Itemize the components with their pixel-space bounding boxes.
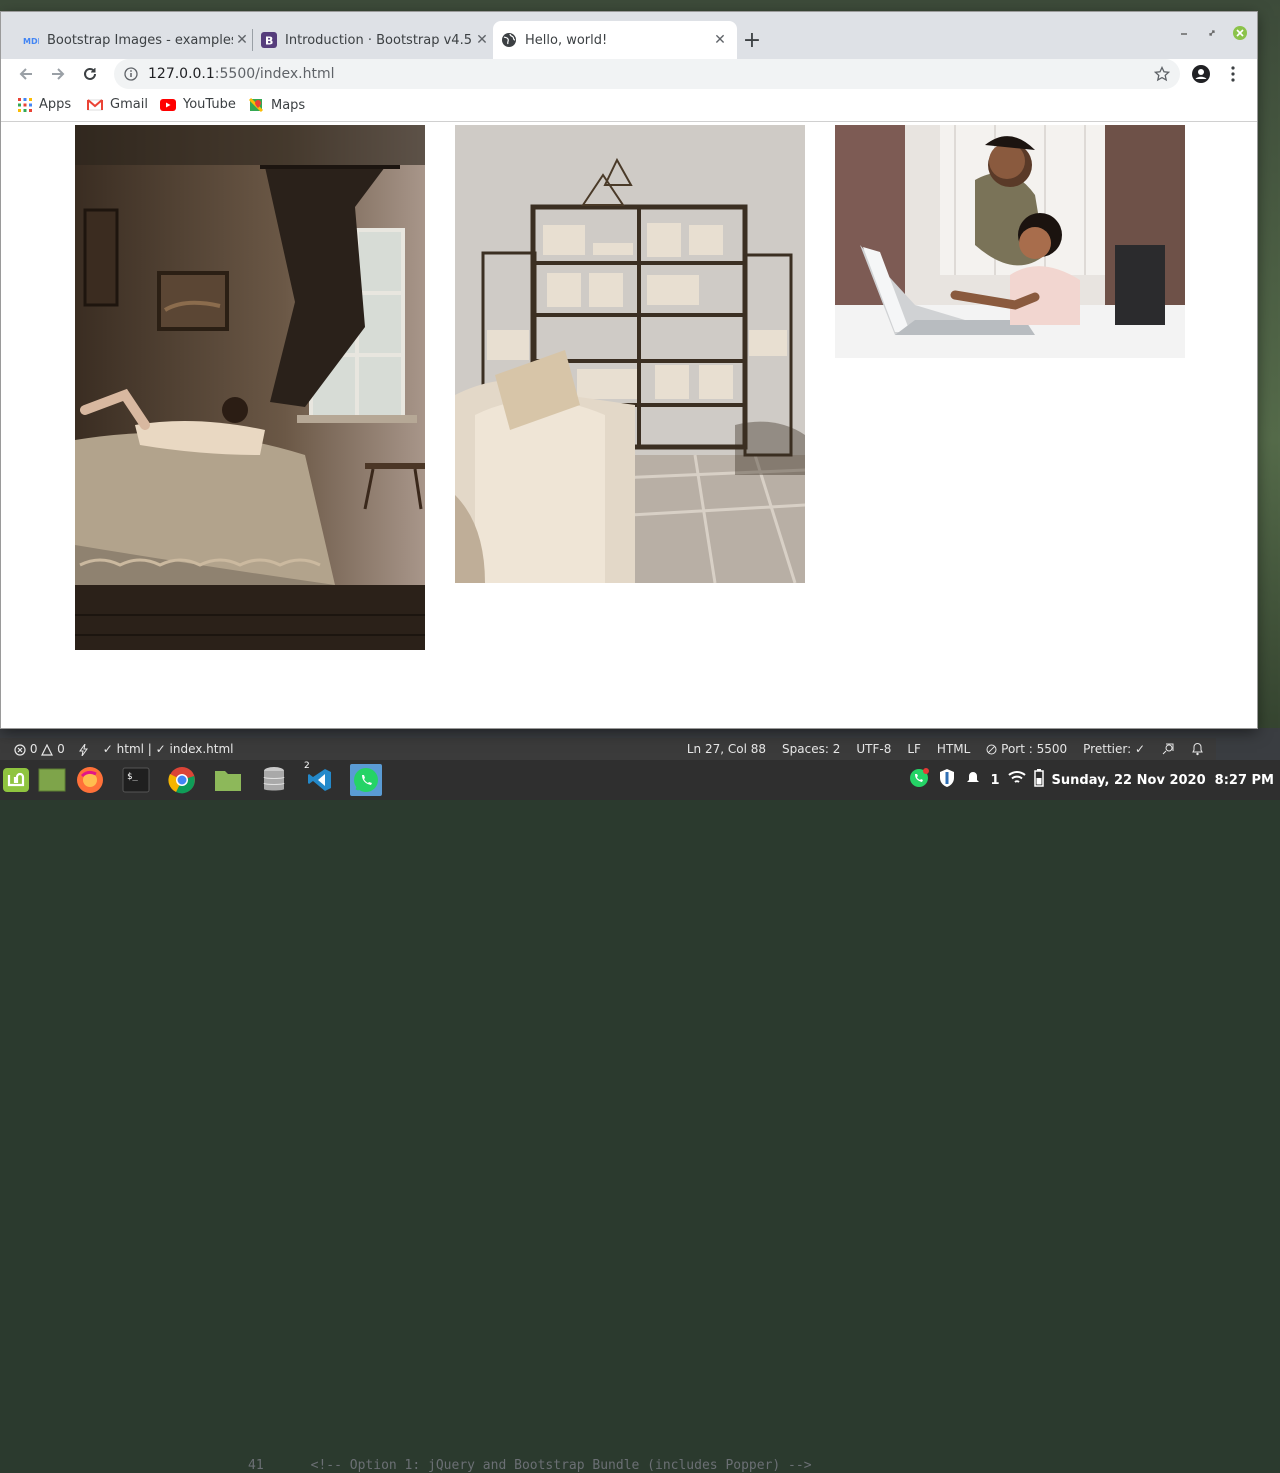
maps-icon (248, 97, 264, 113)
vscode-badge: 2 (304, 761, 310, 771)
bedroom-photo (75, 125, 425, 650)
chrome-window: MDB Bootstrap Images - examples & ✕ B In… (1, 12, 1257, 728)
taskbar: $_ 2 1 Sunday, 22 Nov 2020 8:27 PM (0, 760, 1280, 800)
error-icon (14, 743, 26, 756)
globe-icon (501, 32, 517, 48)
page-viewport (1, 125, 1257, 728)
system-tray: 1 Sunday, 22 Nov 2020 8:27 PM (908, 760, 1280, 800)
port-label: Port : 5500 (1001, 742, 1068, 756)
problems-indicator[interactable]: 0 0 (14, 742, 65, 756)
close-tab-icon[interactable]: ✕ (473, 31, 491, 49)
bookmarks-bar: Apps Gmail YouTube Maps (1, 91, 1257, 122)
vscode-status-bar: 0 0 ✓ html | ✓ index.html Ln 27, Col 88 … (0, 738, 1216, 760)
warning-icon (41, 743, 54, 756)
close-tab-icon[interactable]: ✕ (711, 31, 729, 49)
profile-icon[interactable] (1188, 61, 1214, 87)
chrome-icon[interactable] (166, 764, 198, 796)
url-host: 127.0.0.1 (148, 66, 215, 82)
reload-button[interactable] (77, 61, 103, 87)
tab-bootstrap-intro[interactable]: B Introduction · Bootstrap v4.5 ✕ (253, 21, 499, 59)
url-text[interactable]: 127.0.0.1:5500/index.html (148, 66, 335, 82)
lightning-icon[interactable] (78, 742, 89, 756)
bookmark-label: Apps (39, 97, 72, 112)
bookmark-label: Gmail (110, 97, 148, 112)
mint-menu-icon[interactable] (0, 764, 32, 796)
clock[interactable]: Sunday, 22 Nov 2020 8:27 PM (1052, 773, 1274, 788)
ghost-code-line: <!-- Option 1: jQuery and Bootstrap Bund… (310, 1458, 812, 1473)
feedback-icon[interactable] (1161, 742, 1175, 757)
prettier-status[interactable]: Prettier: ✓ (1083, 742, 1145, 756)
svg-text:$_: $_ (127, 772, 138, 782)
bookmark-star-icon[interactable] (1153, 65, 1171, 86)
address-bar[interactable]: 127.0.0.1:5500/index.html (114, 59, 1180, 89)
mdb-icon: MDB (23, 32, 39, 48)
minimize-icon[interactable] (1176, 25, 1192, 41)
apps-grid-icon (18, 97, 32, 112)
notifications-bell-icon[interactable] (1191, 742, 1204, 757)
line-number: 41 (248, 1458, 264, 1473)
tab-title: Bootstrap Images - examples & (47, 32, 233, 48)
youtube-icon (160, 98, 176, 111)
bookmark-apps[interactable]: Apps (18, 97, 71, 112)
laptop-photo (835, 125, 1185, 358)
warning-count: 0 (57, 742, 65, 756)
encoding[interactable]: UTF-8 (856, 742, 891, 756)
whatsapp-icon[interactable] (350, 764, 382, 796)
forward-button[interactable] (45, 61, 71, 87)
living-room-photo (455, 125, 805, 583)
language-mode[interactable]: HTML (937, 742, 970, 756)
tray-count: 1 (990, 772, 1000, 788)
files-icon[interactable] (212, 764, 244, 796)
file-check-label: index.html (169, 742, 234, 756)
url-path: :5500/index.html (214, 66, 335, 82)
no-entry-icon (986, 744, 997, 755)
vscode-icon[interactable]: 2 (304, 761, 336, 796)
close-window-icon[interactable] (1232, 25, 1248, 41)
bootstrap-icon: B (261, 32, 277, 48)
lang-check-label: html (116, 742, 144, 756)
show-desktop-icon[interactable] (36, 764, 68, 796)
database-icon[interactable] (258, 764, 290, 796)
gmail-icon (87, 98, 103, 110)
new-tab-button[interactable]: + (740, 28, 764, 53)
tab-hello-world[interactable]: Hello, world! ✕ (493, 21, 737, 59)
battery-icon[interactable] (1033, 769, 1044, 791)
bookmark-label: YouTube (183, 97, 236, 112)
error-count: 0 (29, 742, 38, 756)
terminal-icon[interactable]: $_ (120, 764, 152, 796)
indentation[interactable]: Spaces: 2 (782, 742, 840, 756)
svg-text:MDB: MDB (23, 37, 39, 45)
wifi-icon[interactable] (1007, 770, 1026, 790)
svg-text:B: B (265, 35, 273, 48)
site-info-icon[interactable] (123, 66, 139, 82)
menu-kebab-icon[interactable] (1220, 61, 1246, 87)
restore-icon[interactable] (1204, 25, 1220, 41)
whatsapp-tray-icon[interactable] (908, 767, 930, 793)
cursor-position[interactable]: Ln 27, Col 88 (687, 742, 766, 756)
bookmark-youtube[interactable]: YouTube (160, 97, 236, 112)
close-tab-icon[interactable]: ✕ (233, 31, 251, 49)
browser-toolbar: 127.0.0.1:5500/index.html (1, 59, 1257, 89)
bookmark-maps[interactable]: Maps (248, 97, 305, 113)
tab-title: Hello, world! (525, 32, 608, 48)
tab-bootstrap-images[interactable]: MDB Bootstrap Images - examples & ✕ (15, 21, 259, 59)
back-button[interactable] (13, 61, 39, 87)
bookmark-label: Maps (271, 97, 306, 113)
bookmark-gmail[interactable]: Gmail (87, 97, 148, 112)
firefox-icon[interactable] (74, 764, 106, 796)
tab-title: Introduction · Bootstrap v4.5 (285, 32, 472, 48)
shield-icon[interactable] (938, 768, 956, 792)
notification-icon[interactable] (964, 769, 982, 791)
tab-strip: MDB Bootstrap Images - examples & ✕ B In… (1, 12, 1257, 59)
lang-check[interactable]: ✓ html | ✓ index.html (103, 742, 234, 756)
live-server-port[interactable]: Port : 5500 (986, 742, 1067, 756)
eol[interactable]: LF (907, 742, 921, 756)
